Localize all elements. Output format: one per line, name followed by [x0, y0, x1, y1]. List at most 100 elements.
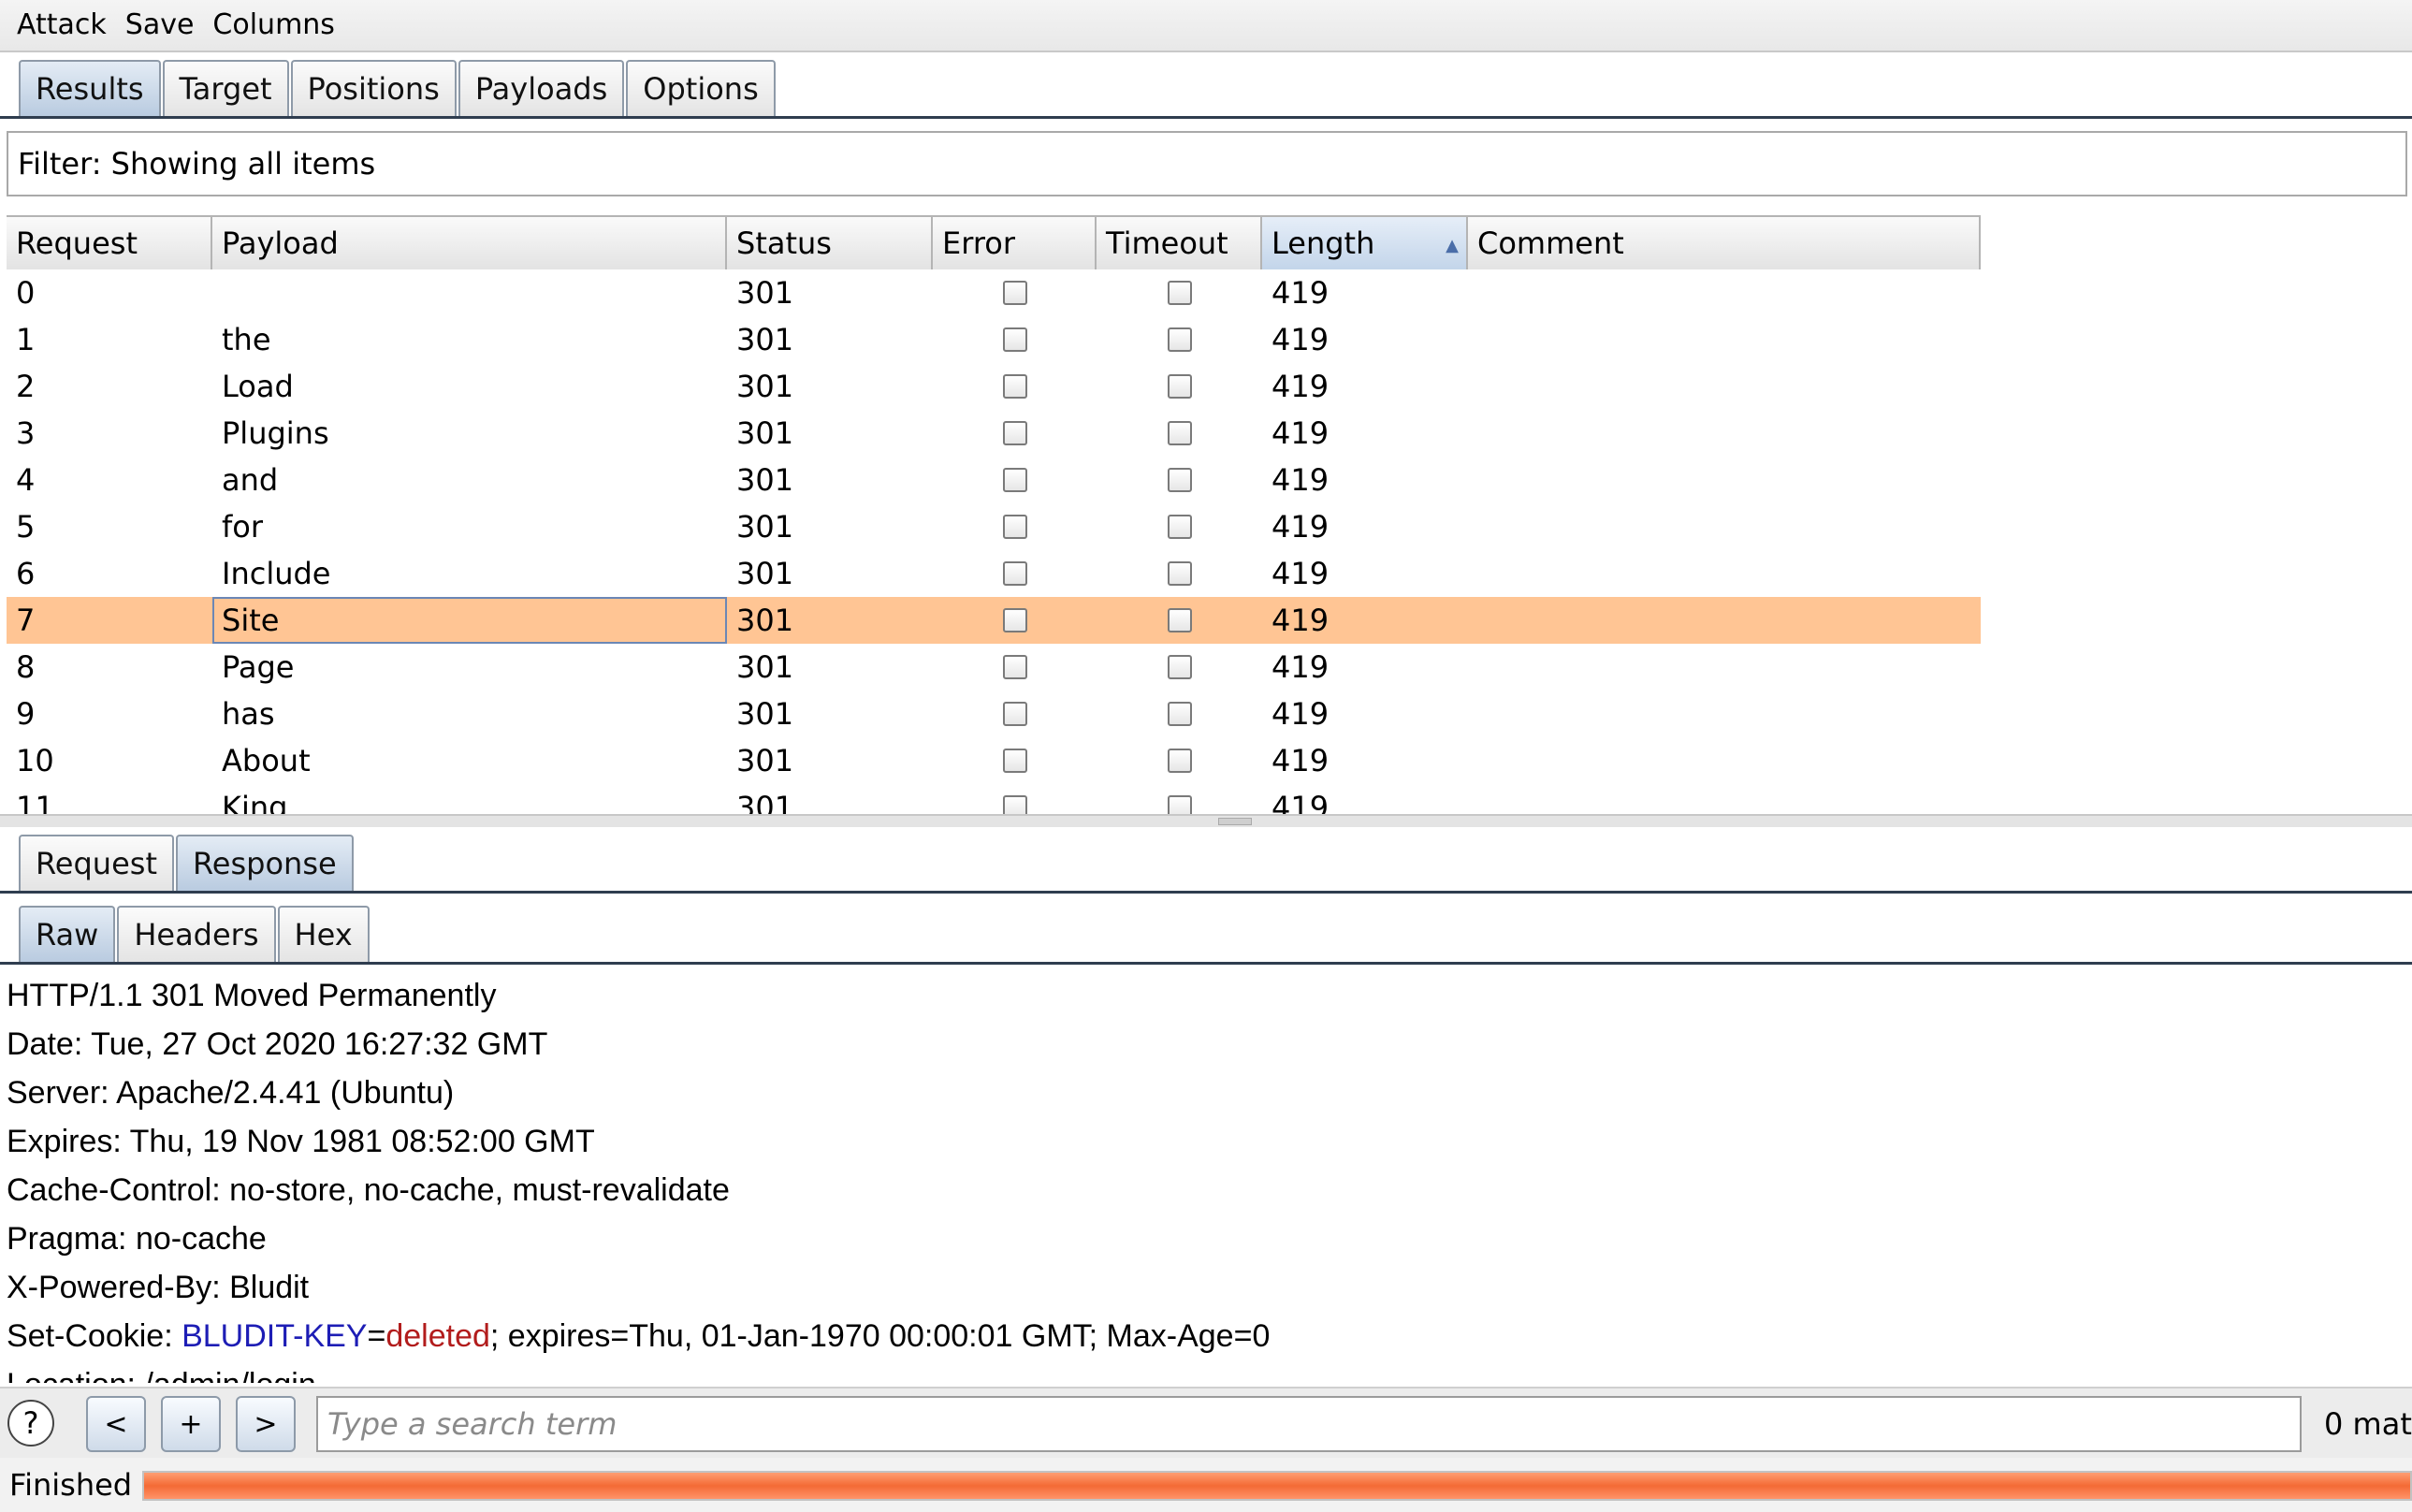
- error-checkbox[interactable]: [1002, 608, 1027, 632]
- response-line: Location: /admin/login: [7, 1360, 2412, 1383]
- column-header-request[interactable]: Request: [7, 215, 212, 269]
- cell-error: [933, 457, 1097, 503]
- cell-payload: [212, 269, 727, 316]
- column-header-timeout[interactable]: Timeout: [1097, 215, 1262, 269]
- timeout-checkbox[interactable]: [1167, 468, 1192, 492]
- column-header-length[interactable]: Length ▲: [1262, 215, 1468, 269]
- help-icon[interactable]: ?: [7, 1400, 54, 1447]
- cell-error: [933, 503, 1097, 550]
- tab-response[interactable]: Response: [175, 835, 354, 891]
- cell-length: 419: [1271, 369, 1330, 404]
- cell-status: 301: [736, 603, 794, 638]
- cell-length: 419: [1271, 275, 1330, 311]
- table-row[interactable]: 11 King 301 419: [7, 784, 1981, 814]
- cell-status: 301: [736, 696, 794, 732]
- tab-target[interactable]: Target: [162, 60, 289, 116]
- error-checkbox[interactable]: [1002, 327, 1027, 352]
- menu-attack[interactable]: Attack: [17, 0, 107, 51]
- tab-raw[interactable]: Raw: [19, 906, 116, 962]
- tab-options[interactable]: Options: [626, 60, 776, 116]
- menu-save[interactable]: Save: [125, 0, 195, 51]
- error-checkbox[interactable]: [1002, 468, 1027, 492]
- cell-length: 419: [1271, 790, 1330, 814]
- response-line: X-Powered-By: Bludit: [7, 1270, 310, 1305]
- table-row[interactable]: 10 About 301 419: [7, 737, 1981, 784]
- error-checkbox[interactable]: [1002, 795, 1027, 814]
- timeout-checkbox[interactable]: [1167, 561, 1192, 586]
- splitter-grip-icon[interactable]: [1218, 818, 1252, 825]
- filter-bar[interactable]: Filter: Showing all items: [7, 131, 2407, 196]
- menu-bar: Attack Save Columns: [0, 0, 2412, 52]
- cell-error: [933, 644, 1097, 691]
- timeout-checkbox[interactable]: [1167, 749, 1192, 773]
- cell-length: 419: [1271, 509, 1330, 545]
- table-row[interactable]: 2 Load 301 419: [7, 363, 1981, 410]
- pane-splitter[interactable]: [0, 814, 2412, 827]
- cell-status: 301: [736, 369, 794, 404]
- cell-timeout: [1097, 410, 1262, 457]
- timeout-checkbox[interactable]: [1167, 608, 1192, 632]
- error-checkbox[interactable]: [1002, 421, 1027, 445]
- tab-payloads[interactable]: Payloads: [458, 60, 625, 116]
- error-checkbox[interactable]: [1002, 515, 1027, 539]
- error-checkbox[interactable]: [1002, 561, 1027, 586]
- cell-error: [933, 737, 1097, 784]
- timeout-checkbox[interactable]: [1167, 795, 1192, 814]
- tab-hex[interactable]: Hex: [277, 906, 370, 962]
- add-search-button[interactable]: +: [161, 1396, 221, 1452]
- error-checkbox[interactable]: [1002, 281, 1027, 305]
- cell-timeout: [1097, 457, 1262, 503]
- column-header-status[interactable]: Status: [727, 215, 933, 269]
- cell-comment: [1468, 363, 1981, 410]
- timeout-checkbox[interactable]: [1167, 702, 1192, 726]
- cell-request: 8: [16, 649, 36, 685]
- cell-length: 419: [1271, 322, 1330, 357]
- error-checkbox[interactable]: [1002, 655, 1027, 679]
- menu-columns[interactable]: Columns: [212, 0, 335, 51]
- tab-results[interactable]: Results: [19, 60, 161, 116]
- cell-timeout: [1097, 550, 1262, 597]
- sort-ascending-icon: ▲: [1446, 236, 1459, 255]
- cell-length: 419: [1271, 696, 1330, 732]
- timeout-checkbox[interactable]: [1167, 374, 1192, 399]
- cell-error: [933, 691, 1097, 737]
- timeout-checkbox[interactable]: [1167, 515, 1192, 539]
- cell-request: 4: [16, 462, 36, 498]
- column-header-length-label: Length: [1271, 225, 1375, 261]
- progress-fill: [144, 1473, 2410, 1499]
- main-tabs: Results Target Positions Payloads Option…: [0, 60, 777, 116]
- timeout-checkbox[interactable]: [1167, 655, 1192, 679]
- table-row[interactable]: 1 the 301 419: [7, 316, 1981, 363]
- tab-request[interactable]: Request: [19, 835, 174, 891]
- table-row[interactable]: 5 for 301 419: [7, 503, 1981, 550]
- timeout-checkbox[interactable]: [1167, 327, 1192, 352]
- table-row[interactable]: 6 Include 301 419: [7, 550, 1981, 597]
- response-line: Pragma: no-cache: [7, 1221, 267, 1257]
- column-header-payload[interactable]: Payload: [212, 215, 727, 269]
- error-checkbox[interactable]: [1002, 749, 1027, 773]
- table-row[interactable]: 9 has 301 419: [7, 691, 1981, 737]
- column-header-comment[interactable]: Comment: [1468, 215, 1981, 269]
- cell-payload: Include: [222, 556, 331, 591]
- cell-request: 2: [16, 369, 36, 404]
- tab-positions[interactable]: Positions: [290, 60, 457, 116]
- error-checkbox[interactable]: [1002, 702, 1027, 726]
- column-header-error[interactable]: Error: [933, 215, 1097, 269]
- table-row[interactable]: 3 Plugins 301 419: [7, 410, 1981, 457]
- cell-comment: [1468, 737, 1981, 784]
- next-match-button[interactable]: >: [236, 1396, 296, 1452]
- previous-match-button[interactable]: <: [86, 1396, 146, 1452]
- table-row[interactable]: 8 Page 301 419: [7, 644, 1981, 691]
- error-checkbox[interactable]: [1002, 374, 1027, 399]
- timeout-checkbox[interactable]: [1167, 281, 1192, 305]
- response-body[interactable]: HTTP/1.1 301 Moved Permanently Date: Tue…: [7, 971, 2412, 1383]
- table-row[interactable]: 7 Site 301 419: [7, 597, 1981, 644]
- timeout-checkbox[interactable]: [1167, 421, 1192, 445]
- table-row[interactable]: 0 301 419: [7, 269, 1981, 316]
- table-row[interactable]: 4 and 301 419: [7, 457, 1981, 503]
- tab-headers[interactable]: Headers: [117, 906, 276, 962]
- cell-payload: Load: [222, 369, 294, 404]
- search-input[interactable]: [316, 1396, 2302, 1452]
- cell-timeout: [1097, 363, 1262, 410]
- cell-request: 3: [16, 415, 36, 451]
